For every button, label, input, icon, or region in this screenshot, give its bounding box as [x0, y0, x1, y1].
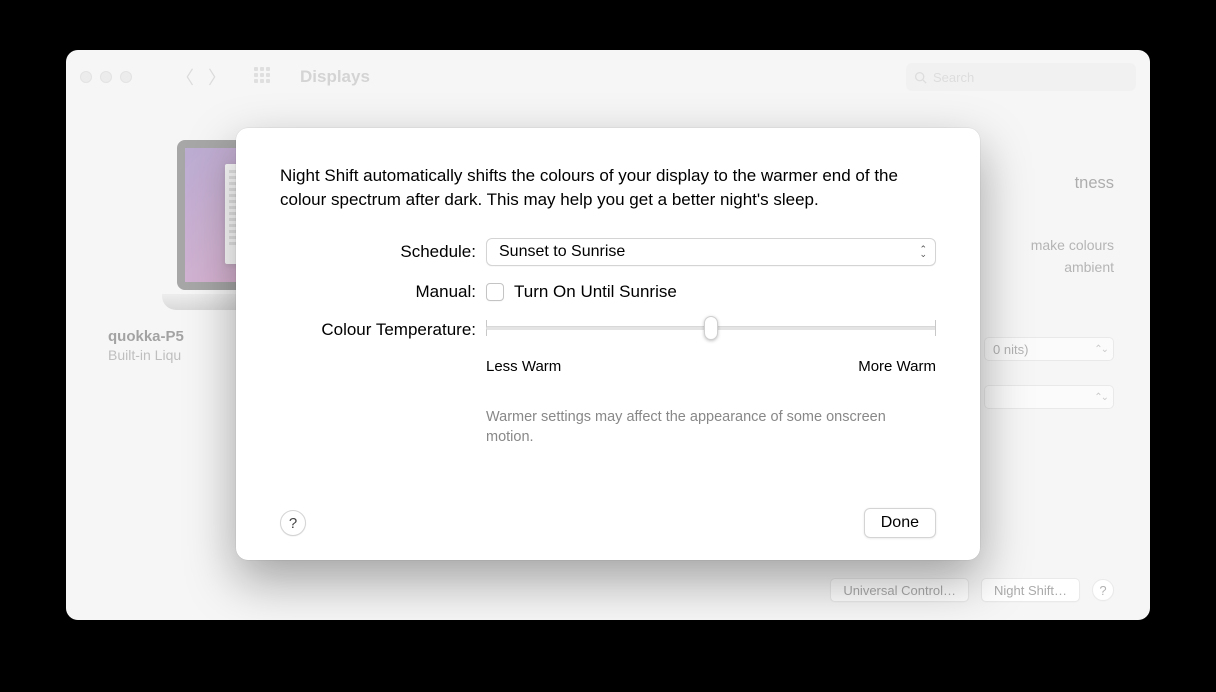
night-shift-sheet: Night Shift automatically shifts the col…	[236, 128, 980, 560]
schedule-select[interactable]: Sunset to Sunrise ⌃⌄	[486, 238, 936, 266]
done-button[interactable]: Done	[864, 508, 936, 538]
slider-hint: Warmer settings may affect the appearanc…	[486, 407, 886, 448]
colour-temperature-slider[interactable]	[486, 318, 936, 338]
sheet-description: Night Shift automatically shifts the col…	[280, 164, 936, 212]
manual-checkbox[interactable]	[486, 283, 504, 301]
sheet-help-button[interactable]: ?	[280, 510, 306, 536]
manual-checkbox-label: Turn On Until Sunrise	[514, 282, 677, 302]
colour-temperature-label: Colour Temperature:	[280, 318, 486, 340]
manual-label: Manual:	[280, 282, 486, 302]
slider-max-label: More Warm	[858, 358, 936, 375]
chevron-up-down-icon: ⌃⌄	[919, 247, 927, 257]
schedule-label: Schedule:	[280, 242, 486, 262]
schedule-value: Sunset to Sunrise	[499, 243, 625, 261]
slider-knob[interactable]	[704, 316, 718, 340]
slider-min-label: Less Warm	[486, 358, 561, 375]
